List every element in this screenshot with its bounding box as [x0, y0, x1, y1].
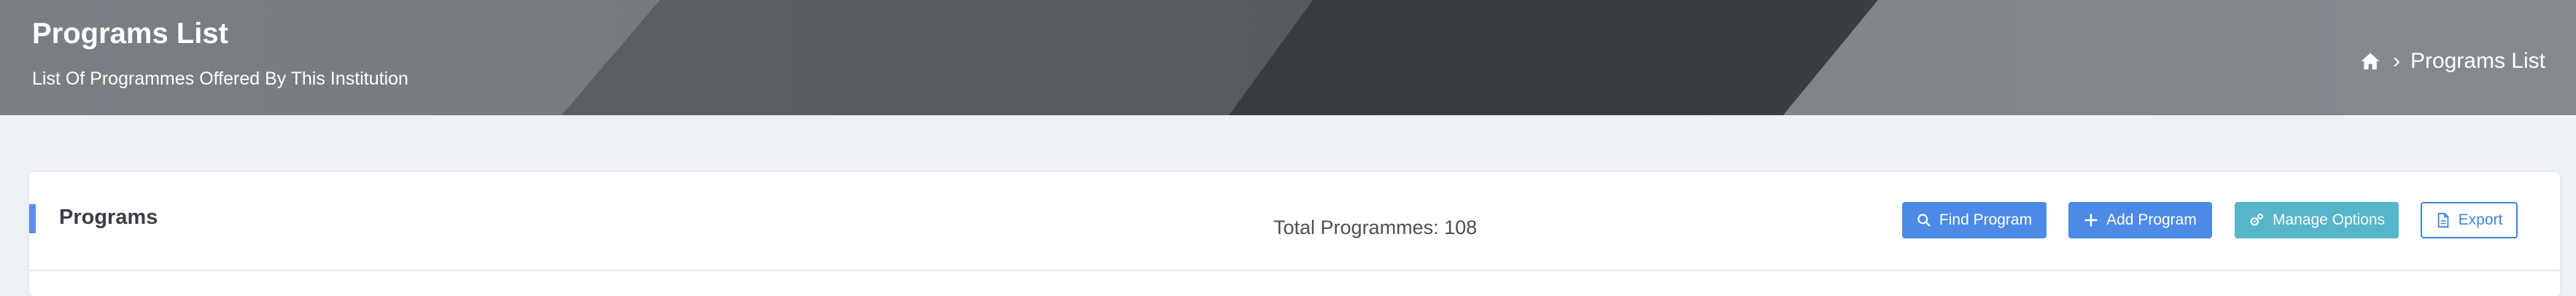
page-subtitle: List Of Programmes Offered By This Insti…: [32, 69, 408, 89]
manage-options-button[interactable]: Manage Options: [2235, 202, 2399, 238]
search-icon: [1917, 214, 1931, 227]
home-icon[interactable]: [2359, 50, 2381, 72]
add-program-label: Add Program: [2106, 211, 2197, 228]
programs-card: Programs Total Programmes: 108 Find Prog…: [29, 172, 2560, 296]
manage-options-label: Manage Options: [2272, 211, 2386, 228]
breadcrumb: › Programs List: [2359, 47, 2545, 76]
gears-icon: [2250, 214, 2263, 226]
plus-icon: [2084, 214, 2098, 227]
page-header-banner: Programs List List Of Programmes Offered…: [0, 0, 2576, 115]
find-program-button[interactable]: Find Program: [1902, 202, 2047, 238]
breadcrumb-current: Programs List: [2410, 49, 2545, 73]
total-programmes-count: Total Programmes: 108: [1273, 217, 1478, 238]
page-title: Programs List: [32, 17, 228, 50]
add-program-button[interactable]: Add Program: [2068, 202, 2212, 238]
file-icon: [2437, 212, 2448, 228]
card-header-divider: [29, 270, 2560, 271]
breadcrumb-separator: ›: [2392, 49, 2400, 73]
export-button[interactable]: Export: [2421, 202, 2518, 238]
find-program-label: Find Program: [1939, 211, 2033, 228]
export-label: Export: [2458, 211, 2503, 228]
card-accent-bar: [29, 204, 36, 233]
card-title: Programs: [59, 206, 158, 229]
